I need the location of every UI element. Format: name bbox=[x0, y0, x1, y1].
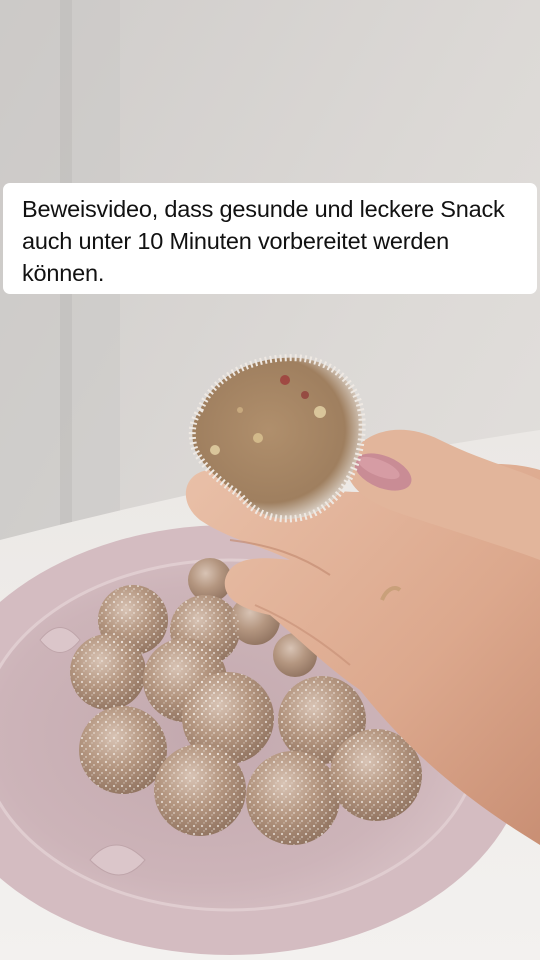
caption-overlay: Beweisvideo, dass gesunde und leckere Sn… bbox=[3, 183, 537, 294]
photo-scene bbox=[0, 0, 540, 960]
caption-text: Beweisvideo, dass gesunde und leckere Sn… bbox=[22, 196, 505, 286]
